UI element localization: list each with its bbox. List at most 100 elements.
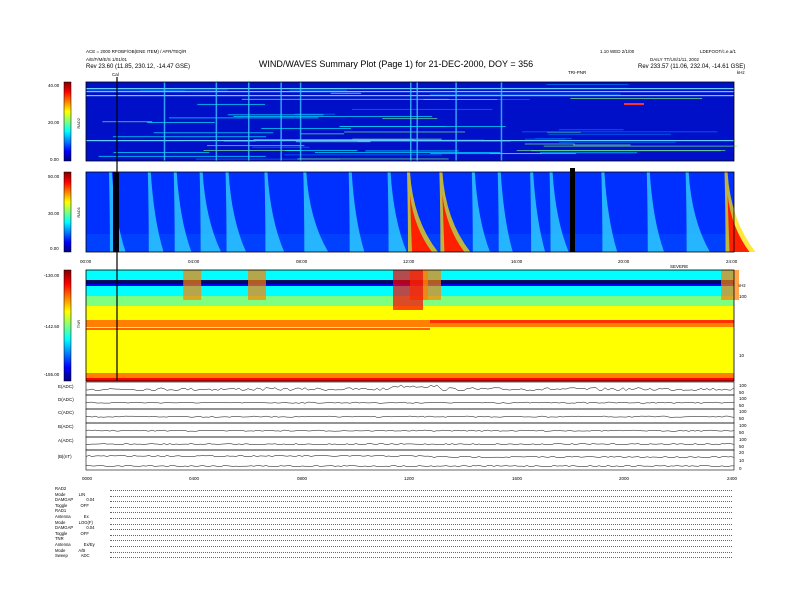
footer-dotted-rule bbox=[110, 546, 732, 547]
tnr-plasma-line bbox=[430, 320, 734, 323]
rad2-band bbox=[289, 89, 348, 91]
footer-row: TNR bbox=[55, 536, 76, 541]
rad2-band bbox=[382, 118, 438, 120]
rad1-dark-stripe bbox=[113, 172, 119, 252]
tnr-burst bbox=[422, 270, 441, 300]
rad2-band bbox=[339, 126, 506, 127]
footer-key: Sweep bbox=[55, 553, 68, 559]
footer-row: Mode LIN bbox=[55, 492, 85, 497]
footer-key: RAD1 bbox=[55, 508, 67, 514]
footer-row: DAMGAP 0.04 bbox=[55, 497, 94, 502]
footer-dotted-rule bbox=[110, 529, 732, 531]
rad2-band bbox=[253, 139, 415, 140]
rad2-band bbox=[558, 129, 624, 131]
rad2-spike bbox=[410, 82, 412, 161]
rad2-band bbox=[344, 131, 466, 133]
footer-dotted-rule bbox=[110, 512, 732, 514]
rad2-colorbar bbox=[63, 81, 72, 162]
tnr-plasma-line-early bbox=[86, 328, 430, 330]
rad2-band bbox=[113, 152, 210, 153]
footer-value: ADC bbox=[79, 553, 90, 559]
line-trace-1 bbox=[85, 401, 735, 404]
footer-dotted-rule bbox=[110, 534, 732, 536]
footer-row: Mode LOG(F) bbox=[55, 520, 93, 525]
tnr-colorbar bbox=[63, 269, 72, 382]
rad2-band bbox=[197, 103, 265, 105]
rad2-band bbox=[314, 151, 501, 153]
rad2-band bbox=[524, 143, 575, 145]
footer-dotted-rule bbox=[110, 501, 732, 503]
rad2-spike bbox=[163, 82, 166, 161]
rad2-band bbox=[570, 98, 703, 99]
footer-row: RAD1 bbox=[55, 508, 78, 513]
footer-row: RAD2 bbox=[55, 486, 78, 491]
footer-dotted-rule bbox=[110, 506, 732, 508]
rad2-band bbox=[546, 84, 629, 85]
rad2-band bbox=[140, 90, 186, 91]
rad2-spike bbox=[299, 82, 302, 161]
rad2-band bbox=[295, 141, 371, 143]
rad2-band bbox=[423, 99, 498, 100]
footer-key: DAMGAP bbox=[55, 497, 74, 503]
tnr-band bbox=[86, 347, 734, 373]
rad2-spike bbox=[215, 82, 218, 161]
footer-key: Toggle bbox=[55, 530, 68, 536]
line-trace-4 bbox=[85, 443, 735, 445]
rad2-band bbox=[535, 138, 572, 140]
footer-key: Antenna bbox=[55, 542, 71, 547]
rad2-spike bbox=[455, 82, 457, 161]
footer-value: LOG(F) bbox=[77, 519, 93, 525]
rad2-band bbox=[112, 136, 267, 138]
line-panel-5 bbox=[85, 449, 735, 471]
footer-key: DAMGAP bbox=[55, 525, 74, 531]
rad2-spike bbox=[500, 82, 503, 161]
rad2-band bbox=[102, 121, 153, 123]
rad2-band bbox=[169, 117, 319, 119]
footer-key: Mode bbox=[55, 491, 66, 497]
rad2-band bbox=[285, 150, 358, 151]
footer-row: Toggle OFF bbox=[55, 503, 89, 508]
footer-row: Antenna Ex/Ey bbox=[55, 542, 95, 547]
rad2-band bbox=[284, 154, 442, 156]
tnr-burst bbox=[183, 270, 202, 300]
rad2-hot-band bbox=[624, 103, 644, 105]
rad2-band bbox=[233, 116, 433, 117]
footer-value: 0.04 bbox=[85, 497, 95, 503]
rad1-colorbar bbox=[63, 171, 72, 253]
rad2-band bbox=[241, 98, 450, 100]
line-trace-0 bbox=[85, 384, 735, 391]
rad2-band bbox=[153, 132, 274, 134]
footer-row: DAMGAP 0.04 bbox=[55, 525, 94, 530]
line-trace-5 bbox=[85, 455, 735, 458]
line-panel-4 bbox=[85, 436, 735, 451]
rad2-band bbox=[365, 150, 459, 152]
footer-dotted-rule bbox=[110, 557, 732, 559]
line-trace-bnt-2 bbox=[85, 465, 734, 467]
summary-plot bbox=[63, 77, 756, 471]
rad2-band bbox=[297, 158, 449, 160]
rad2-band bbox=[147, 122, 215, 123]
footer-key: RAD2 bbox=[55, 486, 67, 491]
rad2-band bbox=[300, 133, 345, 135]
footer-value: OFF bbox=[79, 502, 89, 508]
footer-value: LIN bbox=[77, 491, 86, 497]
rad2-band bbox=[223, 141, 256, 142]
line-trace-2 bbox=[85, 415, 735, 418]
rad2-band bbox=[207, 145, 305, 147]
rad2-band bbox=[558, 141, 676, 143]
footer-dotted-rule bbox=[110, 540, 732, 542]
footer-key: TNR bbox=[55, 536, 64, 542]
rad2-band bbox=[548, 133, 671, 135]
footer-value: A/B bbox=[77, 547, 86, 553]
footer-row: Antenna Ex bbox=[55, 514, 89, 519]
line-panel-3 bbox=[85, 422, 735, 438]
rad2-band bbox=[98, 155, 266, 157]
rad2-spike bbox=[248, 82, 250, 161]
footer-row: Mode A/B bbox=[55, 548, 85, 553]
footer-row: Toggle OFF bbox=[55, 531, 89, 536]
rad1-gap bbox=[570, 168, 575, 252]
footer-value: 0.04 bbox=[85, 525, 95, 531]
tnr-burst bbox=[721, 270, 740, 300]
rad2-band bbox=[522, 131, 718, 133]
footer-dotted-rule bbox=[110, 490, 732, 491]
